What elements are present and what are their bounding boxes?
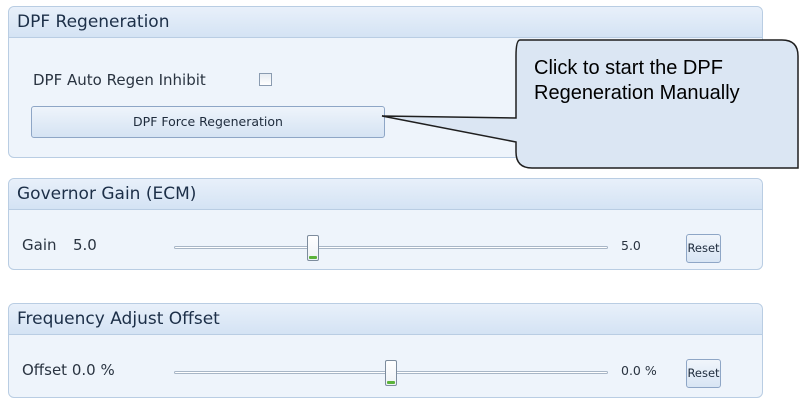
callout-text: Click to start the DPF Regeneration Manu… xyxy=(534,57,740,104)
